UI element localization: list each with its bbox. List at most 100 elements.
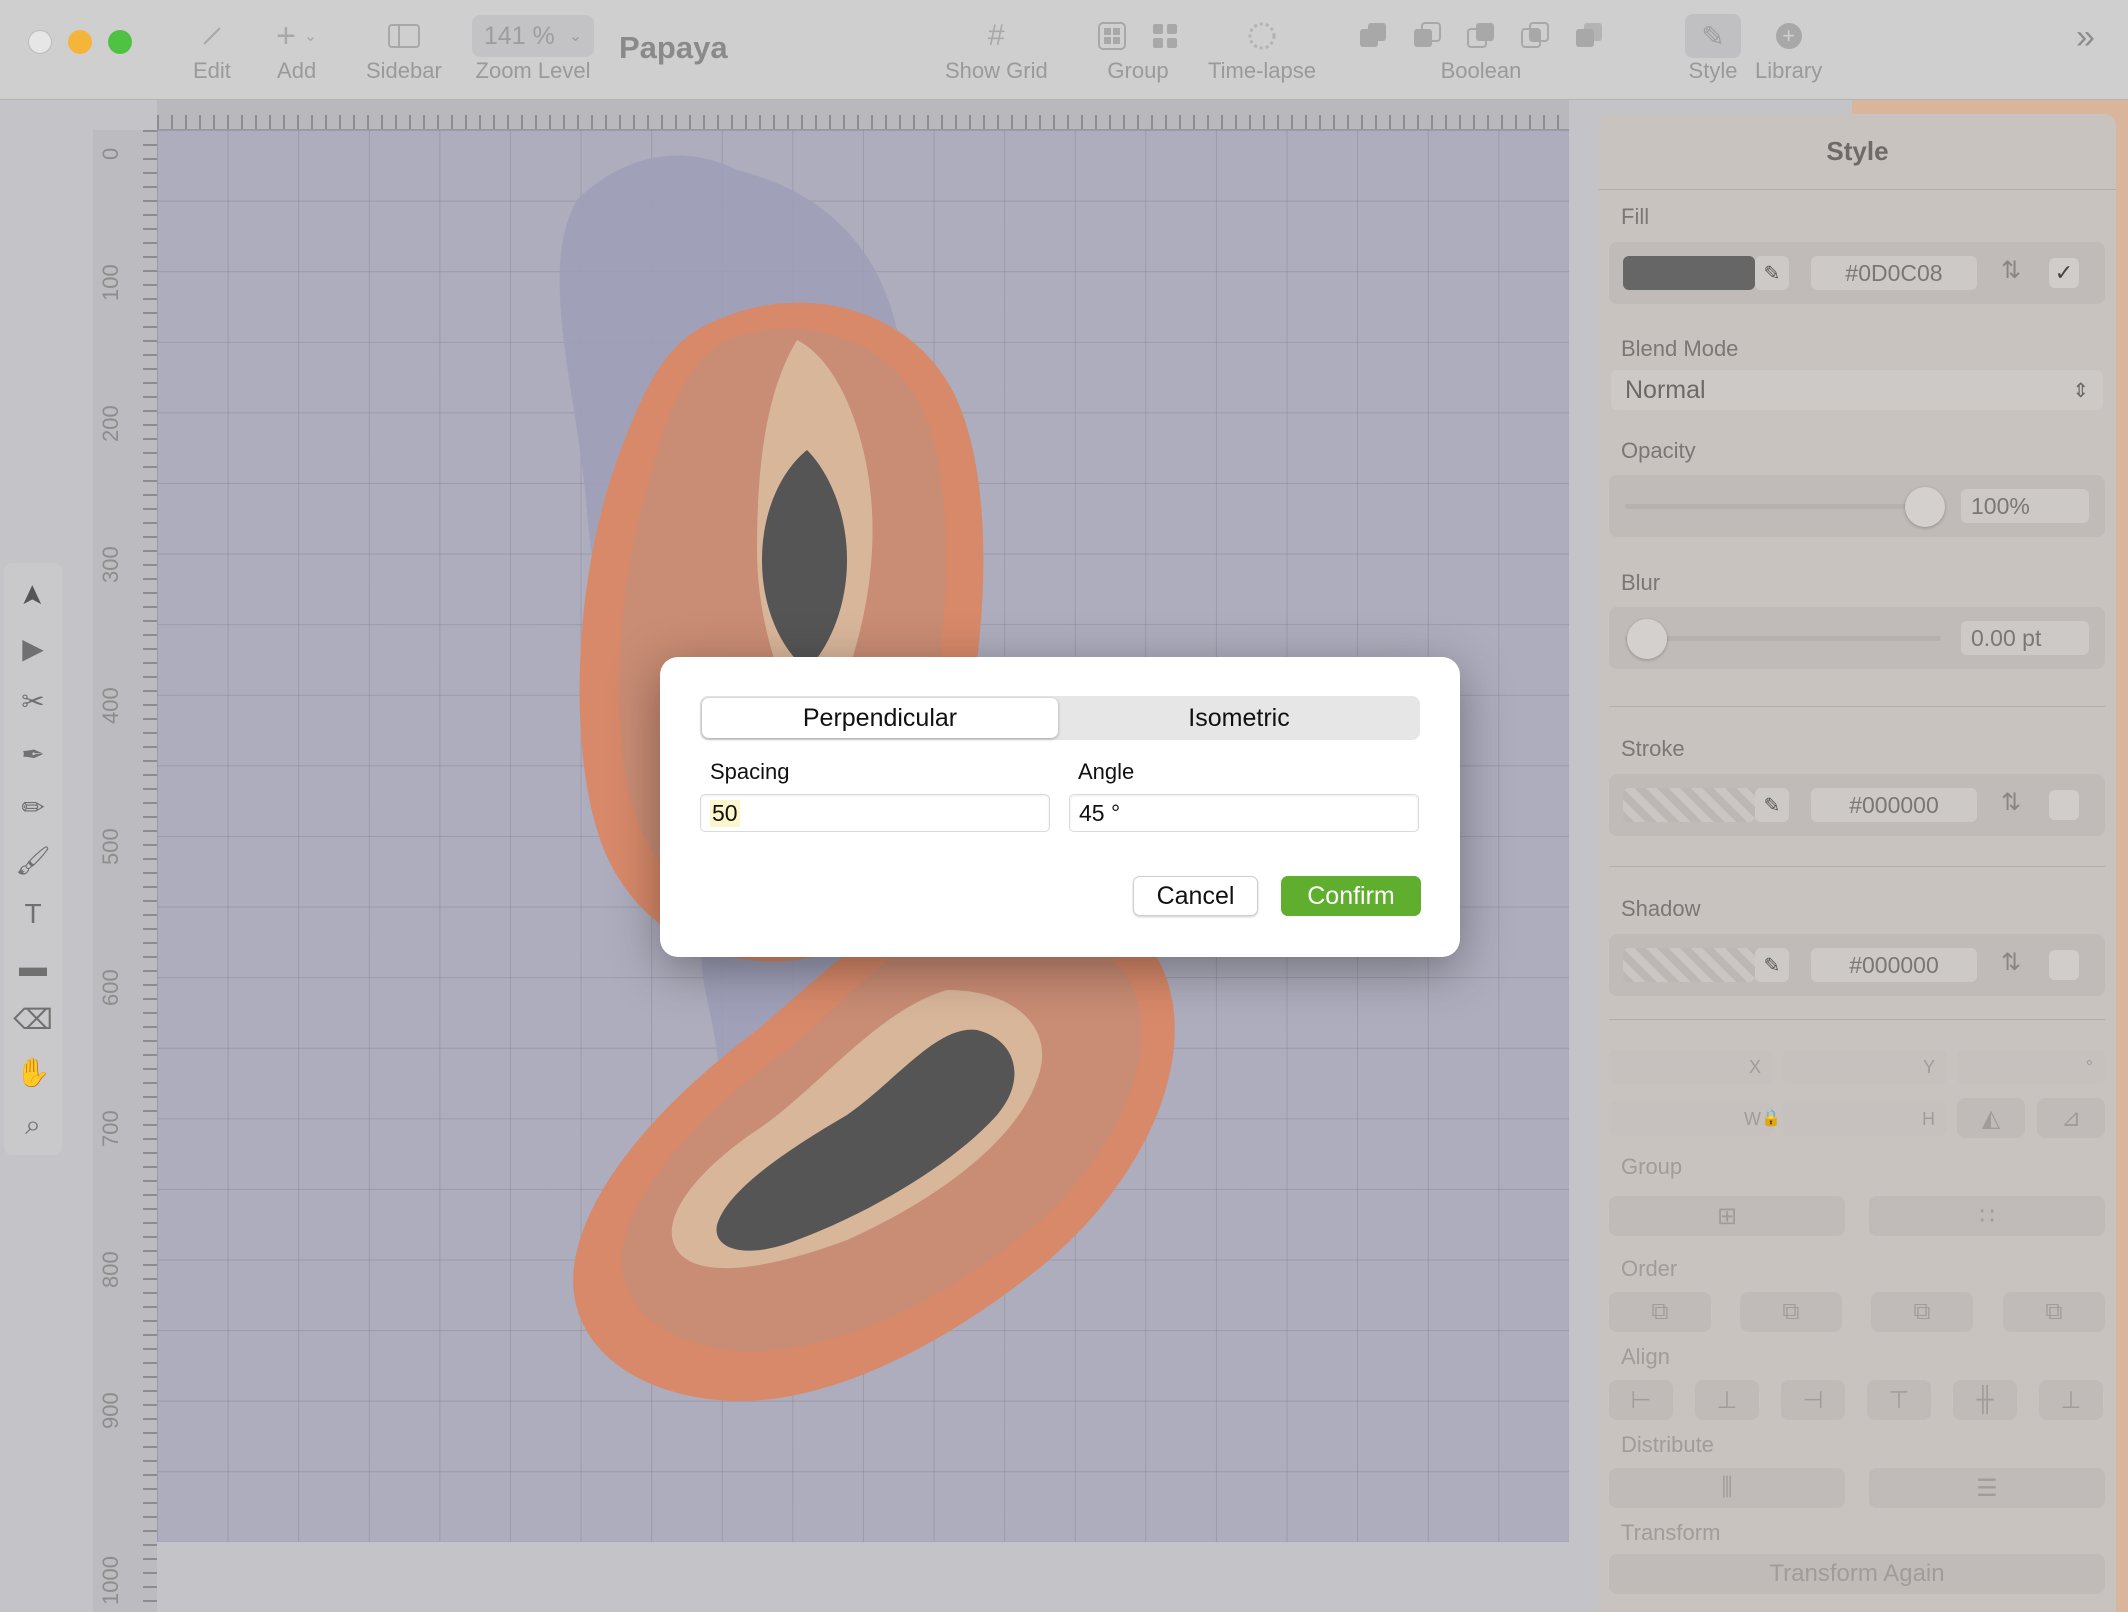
flip-vertical-button[interactable]: ⊿ — [2037, 1098, 2105, 1138]
tab-perpendicular[interactable]: Perpendicular — [702, 698, 1058, 738]
fill-hex-input[interactable]: #0D0C08 — [1811, 256, 1977, 290]
scissors-icon[interactable]: ✂ — [13, 683, 53, 720]
tab-isometric[interactable]: Isometric — [1060, 698, 1418, 738]
x-input[interactable]: X — [1609, 1050, 1773, 1084]
order-section-label: Order — [1621, 1256, 1678, 1281]
stroke-enabled-checkbox[interactable] — [2049, 790, 2079, 820]
left-ruler — [93, 130, 157, 1612]
zoom-level-control[interactable]: 141 % ⌄ Zoom Level — [472, 14, 594, 84]
align-left-button[interactable]: ⊢ — [1609, 1380, 1673, 1420]
minimize-window-button[interactable] — [68, 30, 92, 54]
intersect-icon[interactable] — [1466, 21, 1496, 51]
distribute-vertical-button[interactable]: ☰ — [1869, 1468, 2105, 1508]
timelapse-icon — [1248, 22, 1276, 50]
opacity-slider-track[interactable] — [1625, 504, 1941, 509]
bring-forward-button[interactable]: ⧉ — [1740, 1292, 1842, 1332]
show-grid-button[interactable]: # Show Grid — [945, 14, 1048, 84]
width-input[interactable]: W — [1609, 1102, 1773, 1136]
opacity-slider-thumb[interactable] — [1905, 487, 1945, 527]
confirm-button[interactable]: Confirm — [1281, 876, 1421, 916]
stroke-swatch[interactable] — [1623, 788, 1755, 822]
close-window-button[interactable] — [28, 30, 52, 54]
send-backward-button[interactable]: ⧉ — [1871, 1292, 1973, 1332]
eyedropper-icon[interactable]: ✎ — [1755, 948, 1789, 982]
spacing-label: Spacing — [710, 759, 790, 784]
zoom-value: 141 % — [483, 21, 555, 50]
eyedropper-icon[interactable]: ✎ — [1755, 788, 1789, 822]
align-bottom-button[interactable]: ⊥ — [2039, 1380, 2103, 1420]
group-label: Group — [1107, 58, 1169, 83]
spacing-input[interactable]: 50 — [700, 794, 1050, 832]
text-box-icon[interactable]: T — [13, 895, 53, 932]
pencil-icon[interactable]: ✏ — [13, 789, 53, 826]
stroke-row: ✎ #000000 ⇅ — [1609, 774, 2105, 836]
align-top-button[interactable]: ⊤ — [1867, 1380, 1931, 1420]
zoom-icon[interactable]: ⌕ — [13, 1107, 53, 1144]
fill-enabled-checkbox[interactable]: ✓ — [2049, 258, 2079, 288]
group-button[interactable]: Group — [1098, 14, 1178, 84]
angle-input[interactable]: 45 ° — [1069, 794, 1419, 832]
ruler-tick-label: 0 — [98, 147, 123, 160]
height-input[interactable]: H — [1783, 1102, 1947, 1136]
blur-input[interactable]: 0.00 pt — [1961, 621, 2089, 655]
ruler-tick-label: 500 — [98, 828, 123, 865]
edit-button[interactable]: Edit — [193, 14, 231, 84]
distribute-horizontal-button[interactable]: ⫼ — [1609, 1468, 1845, 1508]
y-input[interactable]: Y — [1783, 1050, 1947, 1084]
align-center-h-button[interactable]: ⊥ — [1695, 1380, 1759, 1420]
blur-slider-track[interactable] — [1625, 636, 1941, 641]
fill-swatch[interactable] — [1623, 256, 1755, 290]
cancel-button[interactable]: Cancel — [1133, 876, 1258, 916]
direct-select-icon[interactable]: ▶ — [13, 630, 53, 667]
swap-icon[interactable]: ⇅ — [2001, 948, 2021, 977]
add-button[interactable]: + ⌄ Add — [276, 14, 317, 84]
blend-mode-value: Normal — [1625, 375, 1706, 404]
shadow-hex-input[interactable]: #000000 — [1811, 948, 1977, 982]
rectangle-icon[interactable]: ▬ — [13, 948, 53, 985]
blur-slider-thumb[interactable] — [1627, 619, 1667, 659]
blur-label: Blur — [1621, 570, 1661, 595]
rotation-input[interactable]: ° — [1957, 1050, 2105, 1084]
swap-icon[interactable]: ⇅ — [2001, 256, 2021, 285]
opacity-input[interactable]: 100% — [1961, 489, 2089, 523]
panel-group-button[interactable]: ⊞ — [1609, 1196, 1845, 1236]
divide-icon[interactable] — [1574, 21, 1604, 51]
subtract-icon[interactable] — [1412, 21, 1442, 51]
swap-icon[interactable]: ⇅ — [2001, 788, 2021, 817]
send-to-back-button[interactable]: ⧉ — [2003, 1292, 2105, 1332]
lock-icon[interactable]: 🔒 — [1761, 1108, 1781, 1128]
flip-horizontal-button[interactable]: ◭ — [1957, 1098, 2025, 1138]
select-arrow-icon[interactable]: ➤ — [15, 576, 52, 616]
shadow-swatch[interactable] — [1623, 948, 1755, 982]
panel-ungroup-button[interactable]: ∷ — [1869, 1196, 2105, 1236]
brush-icon[interactable]: 🖌 — [13, 842, 53, 879]
union-icon[interactable] — [1358, 21, 1388, 51]
tools-palette: ➤ ▶ ✂ ✒ ✏ 🖌 T ▬ ⌫ ✋ ⌕ — [4, 563, 62, 1155]
shadow-enabled-checkbox[interactable] — [2049, 950, 2079, 980]
align-right-button[interactable]: ⊣ — [1781, 1380, 1845, 1420]
maximize-window-button[interactable] — [108, 30, 132, 54]
sidebar-button[interactable]: Sidebar — [366, 14, 442, 84]
align-middle-v-button[interactable]: ╫ — [1953, 1380, 2017, 1420]
x-label: X — [1748, 1056, 1761, 1077]
exclude-icon[interactable] — [1520, 21, 1550, 51]
library-button[interactable]: + Library — [1755, 14, 1822, 84]
ungroup-icon[interactable] — [1152, 23, 1178, 49]
shadow-row: ✎ #000000 ⇅ — [1609, 934, 2105, 996]
hand-icon[interactable]: ✋ — [13, 1054, 53, 1091]
bring-to-front-button[interactable]: ⧉ — [1609, 1292, 1711, 1332]
divider — [1609, 1019, 2105, 1020]
align-section-label: Align — [1621, 1344, 1670, 1369]
stroke-hex-input[interactable]: #000000 — [1811, 788, 1977, 822]
style-button[interactable]: ✎ Style — [1685, 14, 1741, 84]
timelapse-button[interactable]: Time-lapse — [1208, 14, 1316, 84]
eyedropper-icon[interactable]: ✎ — [1755, 256, 1789, 290]
add-label: Add — [277, 58, 317, 83]
zoom-dropdown[interactable]: 141 % ⌄ — [472, 15, 594, 57]
more-toolbar-chevron-icon[interactable]: » — [2076, 18, 2095, 57]
blend-mode-select[interactable]: Normal ⇕ — [1611, 370, 2103, 410]
transform-again-button[interactable]: Transform Again — [1609, 1554, 2105, 1594]
eraser-icon[interactable]: ⌫ — [13, 1001, 53, 1038]
pen-icon[interactable]: ✒ — [13, 736, 53, 773]
shadow-label: Shadow — [1621, 896, 1701, 921]
